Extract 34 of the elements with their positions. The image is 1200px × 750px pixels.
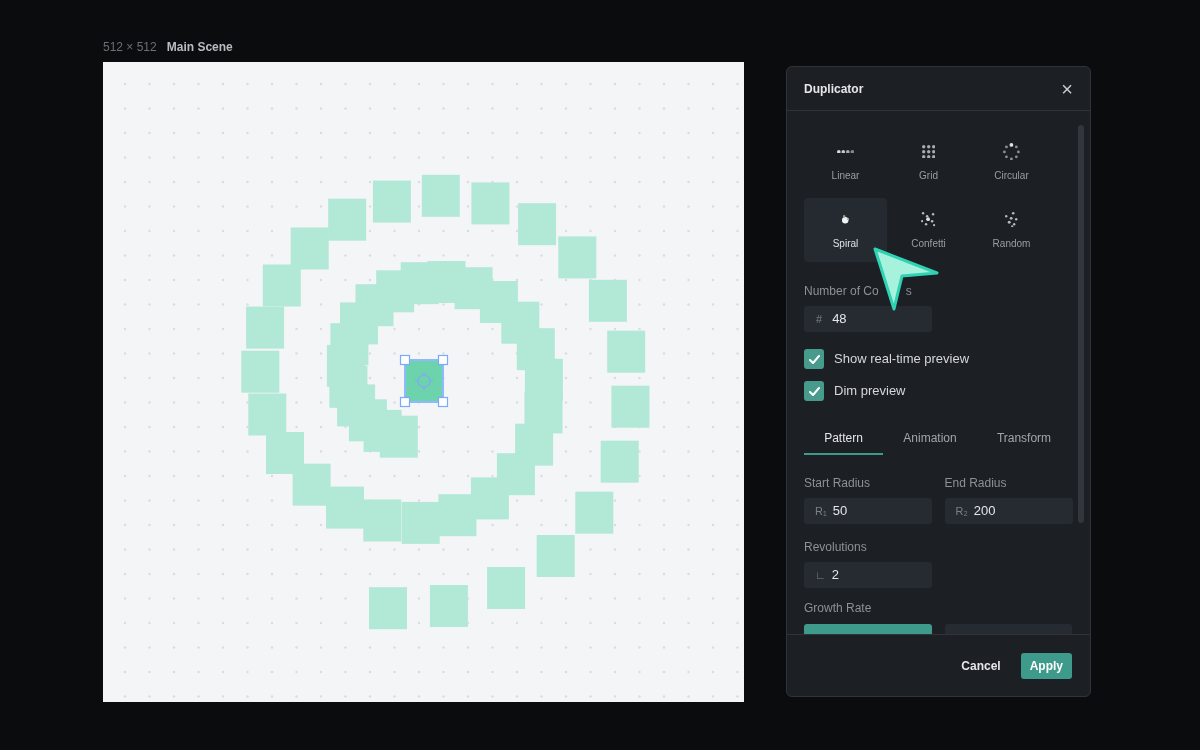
field-prefix: ∟ bbox=[815, 567, 826, 583]
field-label: Revolutions bbox=[804, 539, 868, 556]
pattern-option[interactable]: Confetti bbox=[887, 198, 970, 262]
checkbox-label: Show real-time preview bbox=[834, 350, 970, 369]
copies-field[interactable]: # 48 bbox=[804, 306, 932, 332]
tab[interactable]: Transform bbox=[977, 423, 1071, 455]
label-fragment: s bbox=[905, 283, 912, 300]
hash-prefix: # bbox=[816, 311, 823, 327]
number-field[interactable]: R₂ 200 bbox=[944, 498, 1073, 524]
field-prefix: R₁ bbox=[815, 503, 827, 519]
canvas-size: 512 × 512 bbox=[103, 39, 157, 56]
field-prefix: R₂ bbox=[955, 503, 968, 519]
pattern-option[interactable]: Linear bbox=[804, 130, 887, 194]
panel-title: Duplicator bbox=[804, 80, 864, 98]
field-value: 2 bbox=[831, 566, 839, 585]
checkbox-label: Dim preview bbox=[834, 382, 906, 401]
field-value: 200 bbox=[973, 502, 996, 521]
pattern-option[interactable]: Grid bbox=[887, 130, 970, 194]
cancel-button[interactable]: Cancel bbox=[951, 652, 1011, 679]
pattern-option[interactable]: Spiral bbox=[804, 198, 887, 262]
field-label: Number of Co bbox=[804, 283, 879, 300]
scene-title: Main Scene bbox=[166, 39, 233, 56]
field-value: 50 bbox=[832, 502, 848, 521]
tab[interactable]: Pattern bbox=[804, 423, 883, 455]
field-label: End Radius bbox=[944, 475, 1008, 492]
close-button[interactable]: × bbox=[1061, 78, 1073, 99]
field-value: 48 bbox=[832, 310, 847, 329]
number-field[interactable]: R₁ 50 bbox=[804, 498, 932, 524]
number-field[interactable]: ∟ 2 bbox=[804, 562, 932, 588]
field-label: Start Radius bbox=[804, 475, 872, 492]
field-label: Growth Rate bbox=[804, 600, 873, 617]
pattern-option[interactable]: Circular bbox=[970, 130, 1053, 194]
pattern-option[interactable]: Random bbox=[970, 198, 1053, 262]
tab[interactable]: Animation bbox=[883, 423, 977, 455]
